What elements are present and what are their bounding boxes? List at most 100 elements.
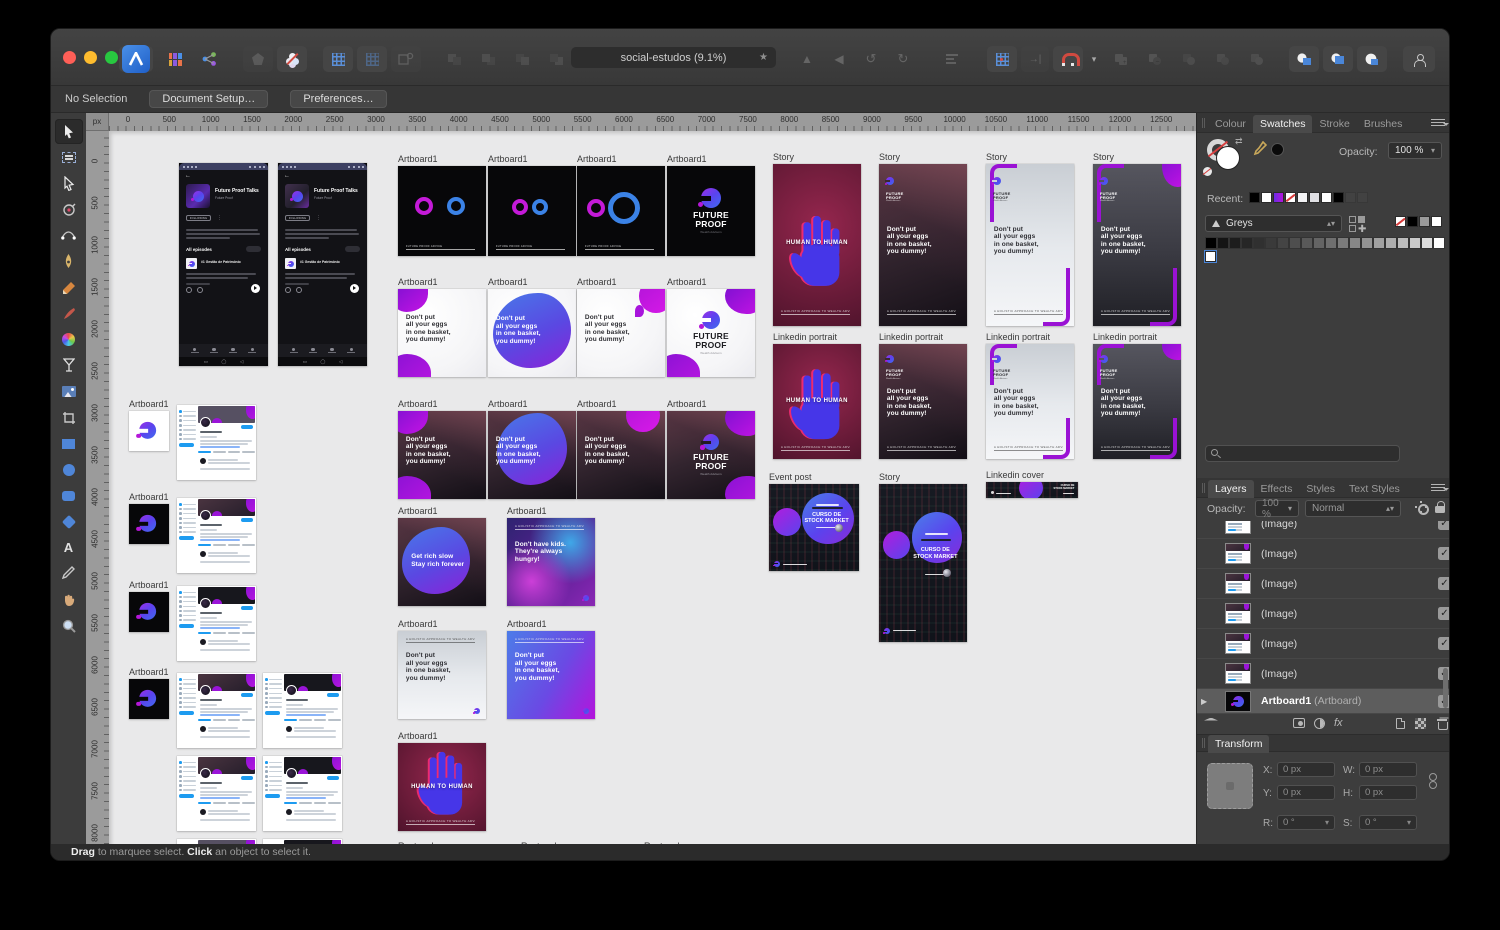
- artboard-label[interactable]: Artboard1: [488, 277, 528, 287]
- artboard-event[interactable]: CURSO DESTOCK MARKET: [769, 484, 859, 571]
- artboard-eggsPhotoLight[interactable]: A HOLISTIC APPROACH TO WEALTH ADVISINGDo…: [398, 631, 486, 719]
- layer-row[interactable]: (Image)✓: [1197, 569, 1450, 599]
- artboard-lockupPhoto[interactable]: FUTUREPROOFWealth Advisors: [667, 411, 755, 499]
- snapping-magnet-icon[interactable]: [1053, 46, 1083, 72]
- transform-origin-widget[interactable]: [1207, 763, 1253, 809]
- close-button[interactable]: [63, 51, 76, 64]
- layer-visibility-checkbox[interactable]: ✓: [1438, 637, 1450, 650]
- insert-inside-icon[interactable]: [1323, 46, 1353, 72]
- transparent-pattern-icon[interactable]: [1415, 718, 1426, 729]
- convert-to-curves-icon[interactable]: [391, 46, 421, 72]
- artboard-logoSq[interactable]: [129, 592, 169, 632]
- swatch[interactable]: [1421, 237, 1433, 249]
- layer-visibility-checkbox[interactable]: ✓: [1438, 607, 1450, 620]
- tab-text-styles[interactable]: Text Styles: [1342, 480, 1407, 498]
- tab-brushes[interactable]: Brushes: [1357, 115, 1410, 133]
- point-transform-tool[interactable]: [55, 197, 83, 222]
- swatch[interactable]: [1309, 192, 1320, 203]
- swatch[interactable]: [1361, 237, 1373, 249]
- artboard-eggsGradient[interactable]: A HOLISTIC APPROACH TO WEALTH ADVISINGDo…: [507, 631, 595, 719]
- swatch[interactable]: [1273, 192, 1284, 203]
- boolean-intersect-icon[interactable]: [1174, 46, 1204, 72]
- tab-stroke[interactable]: Stroke: [1312, 115, 1356, 133]
- selected-swatch[interactable]: [1205, 251, 1216, 262]
- artboard-tw[interactable]: [177, 586, 256, 661]
- designer-persona-icon[interactable]: [119, 46, 153, 72]
- swatch[interactable]: [1345, 192, 1356, 203]
- artboard-storyStock[interactable]: CURSO DESTOCK MARKET: [879, 484, 967, 642]
- arrange-forward-icon[interactable]: [507, 46, 537, 72]
- artboard-label[interactable]: Story: [1093, 152, 1114, 162]
- swatch-view-large-icon[interactable]: [1358, 216, 1365, 223]
- artboard-label[interactable]: Artboard1: [667, 154, 707, 164]
- artboard-logoSq[interactable]: [129, 504, 169, 544]
- artboard-eggsCornersPhoto[interactable]: Don't putall your eggsin one basket,you …: [398, 411, 486, 499]
- tab-styles[interactable]: Styles: [1299, 480, 1342, 498]
- artboard-label[interactable]: Artboard1: [577, 399, 617, 409]
- toggle-assets-icon[interactable]: [277, 46, 307, 72]
- arrange-front-icon[interactable]: [541, 46, 571, 72]
- w-field[interactable]: 0 px: [1359, 762, 1417, 777]
- artboard-label[interactable]: Event post: [769, 472, 812, 482]
- swatch[interactable]: [1205, 237, 1217, 249]
- swatch[interactable]: [1277, 237, 1289, 249]
- insert-on-top-icon[interactable]: [1357, 46, 1387, 72]
- horizontal-ruler[interactable]: 0500100015002000250030003500400045005000…: [109, 113, 1196, 131]
- swatch[interactable]: [1297, 192, 1308, 203]
- minimize-button[interactable]: [84, 51, 97, 64]
- artboard-label[interactable]: Artboard1: [667, 399, 707, 409]
- vector-crop-tool[interactable]: [55, 405, 83, 430]
- arrange-backward-icon[interactable]: [473, 46, 503, 72]
- artboard-eggsBlobPhoto[interactable]: Don't putall your eggsin one basket,you …: [488, 411, 576, 499]
- move-tool[interactable]: [55, 119, 83, 144]
- artboard-storyHand[interactable]: HUMAN TO HUMANA HOLISTIC APPROACH TO WEA…: [773, 164, 861, 326]
- swatch[interactable]: [1285, 192, 1296, 203]
- swatch[interactable]: [1397, 237, 1409, 249]
- link-dimensions-icon[interactable]: [1429, 773, 1436, 789]
- picked-colour-swatch[interactable]: [1271, 143, 1284, 156]
- artboard-label[interactable]: Artboard1: [129, 492, 169, 502]
- flip-horizontal-icon[interactable]: ◀: [825, 46, 853, 72]
- tab-swatches[interactable]: Swatches: [1253, 115, 1313, 133]
- snapping-grid-icon[interactable]: [987, 46, 1017, 72]
- document-setup-button[interactable]: Document Setup…: [149, 90, 268, 108]
- layer-row[interactable]: (Image)✓: [1197, 521, 1450, 539]
- lock-icon[interactable]: [1435, 501, 1445, 513]
- artboard-logoSq[interactable]: [129, 411, 169, 451]
- palette-select[interactable]: Greys▴▾: [1205, 215, 1342, 232]
- document-canvas[interactable]: ←Future Proof TalksFuture ProofFOLLOWING…: [109, 131, 1196, 846]
- artboard-phone[interactable]: ←Future Proof TalksFuture ProofFOLLOWING…: [179, 163, 268, 366]
- snap-grid-icon[interactable]: [323, 46, 353, 72]
- gear-icon[interactable]: [1415, 501, 1427, 513]
- swatch[interactable]: [1357, 192, 1368, 203]
- swatch[interactable]: [1337, 237, 1349, 249]
- artboard-label[interactable]: Linkedin portrait: [986, 332, 1050, 342]
- layer-row[interactable]: (Image)✓: [1197, 599, 1450, 629]
- snap-options-icon[interactable]: ▾: [1087, 46, 1101, 72]
- swatch[interactable]: [1419, 216, 1430, 227]
- artboard-label[interactable]: Artboard1: [129, 399, 169, 409]
- shape-tool[interactable]: [55, 509, 83, 534]
- node-tool[interactable]: [55, 171, 83, 196]
- arrange-back-icon[interactable]: [439, 46, 469, 72]
- artistic-text-tool[interactable]: A: [55, 535, 83, 560]
- artboard-label[interactable]: Linkedin portrait: [773, 332, 837, 342]
- artboard-label[interactable]: Story: [879, 472, 900, 482]
- rotate-cw-icon[interactable]: ↻: [889, 46, 917, 72]
- tab-colour[interactable]: Colour: [1208, 115, 1253, 133]
- artboard-storyLight[interactable]: FUTUREPROOFWealth AdvisorsDon't putall y…: [986, 344, 1074, 459]
- artboard-label[interactable]: Story: [773, 152, 794, 162]
- layers-scrollbar[interactable]: [1443, 668, 1448, 708]
- vector-brush-tool[interactable]: [55, 301, 83, 326]
- panel-grip[interactable]: [1202, 738, 1205, 748]
- swatch[interactable]: [1217, 237, 1229, 249]
- eyedropper-icon[interactable]: [1253, 141, 1267, 157]
- view-tool[interactable]: [55, 587, 83, 612]
- rectangle-tool[interactable]: [55, 431, 83, 456]
- artboard-label[interactable]: Artboard1: [398, 399, 438, 409]
- layers-opacity-dropdown[interactable]: 100 %▾: [1255, 500, 1299, 517]
- swatch[interactable]: [1301, 237, 1313, 249]
- account-icon[interactable]: [1403, 46, 1435, 72]
- artboard-label[interactable]: Artboard1: [129, 667, 169, 677]
- transparency-tool[interactable]: [55, 353, 83, 378]
